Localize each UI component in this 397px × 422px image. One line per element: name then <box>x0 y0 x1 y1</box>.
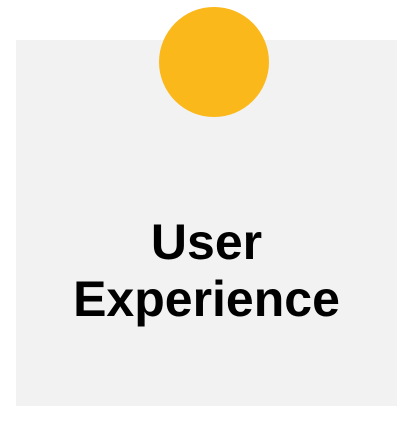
card-title-line-1: User <box>150 214 263 270</box>
canvas: User Experience <box>0 0 397 422</box>
card-title-line-2: Experience <box>73 271 340 327</box>
pin-circle <box>159 7 269 117</box>
card-title: User Experience <box>16 214 397 328</box>
